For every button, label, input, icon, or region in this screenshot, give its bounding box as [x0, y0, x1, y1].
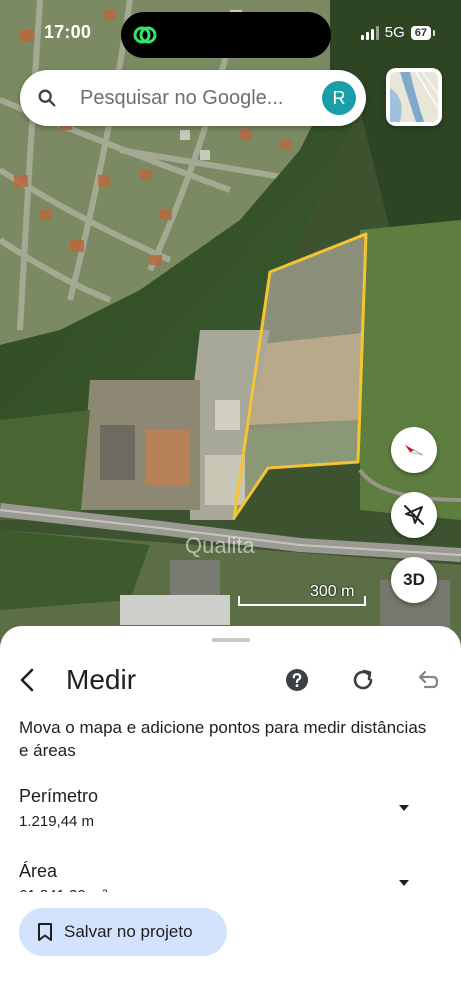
measure-instructions: Mova o mapa e adicione pontos para medir… [19, 718, 427, 760]
link-icon [133, 26, 157, 44]
search-icon [38, 89, 56, 107]
avatar[interactable]: R [322, 81, 356, 115]
compass-icon [405, 445, 424, 456]
scale-bar [238, 596, 366, 606]
area-label: Área [19, 861, 58, 881]
location-off-icon [404, 505, 424, 525]
layers-button[interactable] [386, 68, 442, 126]
network-type: 5G [384, 24, 405, 41]
3d-view-button[interactable]: 3D [391, 557, 437, 603]
compass-button[interactable] [391, 427, 437, 473]
measure-sheet: Medir Mova o mapa e adicione pontos para… [0, 626, 461, 1000]
bookmark-icon [38, 923, 52, 941]
status-time: 17:00 [44, 22, 92, 42]
perimeter-label: Perímetro [19, 786, 99, 806]
signal-icon [360, 25, 379, 40]
status-bar: 17:00 5G 67 [0, 0, 461, 60]
back-arrow-icon[interactable] [14, 666, 42, 694]
sheet-drag-handle[interactable] [212, 638, 250, 642]
page-title: Medir [66, 664, 137, 695]
reset-icon[interactable] [350, 667, 376, 693]
search-input[interactable] [80, 86, 305, 110]
save-to-project-button[interactable]: Salvar no projeto [19, 908, 227, 956]
my-location-button[interactable] [391, 492, 437, 538]
help-icon[interactable] [285, 668, 309, 692]
search-bar[interactable]: R [20, 70, 366, 126]
status-right: 5G 67 [360, 24, 436, 41]
area-dropdown-icon[interactable] [393, 872, 415, 894]
battery-icon: 67 [410, 25, 436, 40]
undo-icon[interactable] [415, 667, 441, 693]
perimeter-dropdown-icon[interactable] [393, 797, 415, 819]
layers-icon [390, 71, 439, 122]
watermark-text: Qualita [185, 533, 255, 558]
save-button-label: Salvar no projeto [64, 922, 193, 941]
perimeter-value: 1.219,44 m [19, 813, 95, 830]
dynamic-island [121, 12, 331, 58]
